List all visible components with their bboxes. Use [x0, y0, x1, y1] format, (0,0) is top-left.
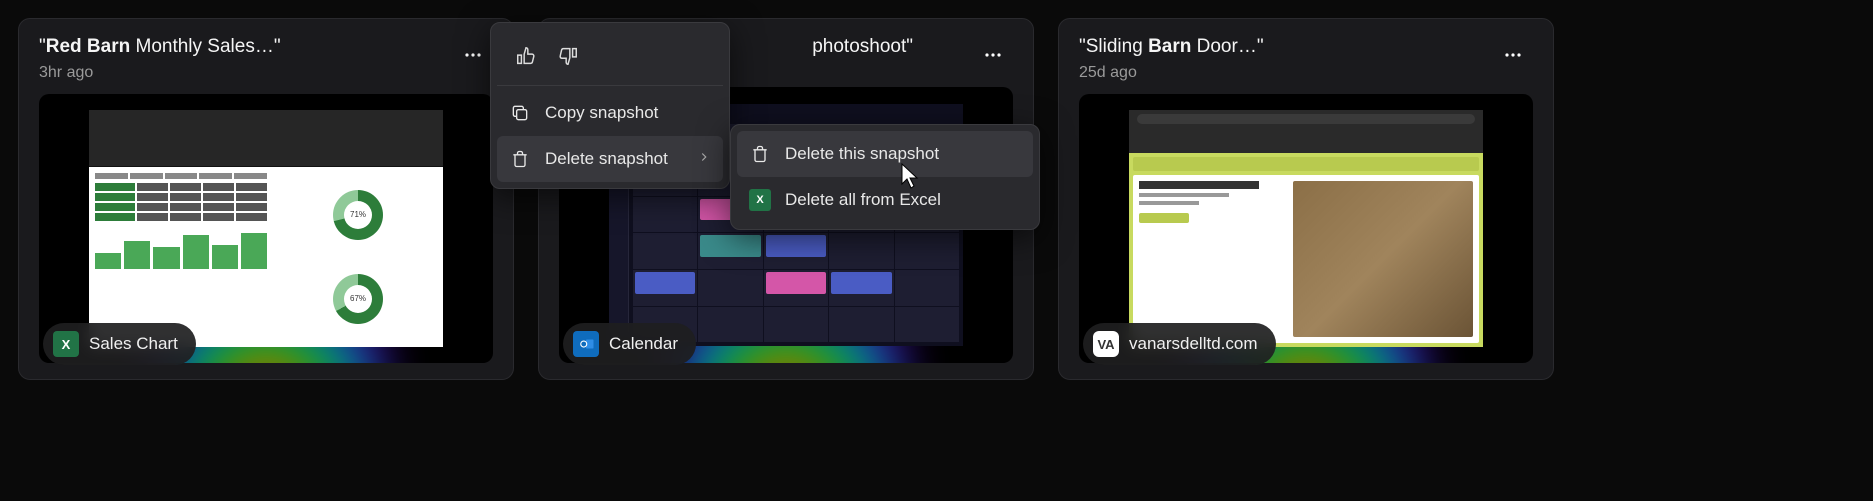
card-title-area: "Sliding Barn Door…" 25d ago [1079, 35, 1493, 82]
title-rest: Monthly Sales…" [130, 36, 280, 57]
delete-snapshot-item[interactable]: Delete snapshot [497, 136, 723, 182]
more-icon [983, 45, 1003, 65]
delete-all-from-excel-item[interactable]: X Delete all from Excel [737, 177, 1033, 223]
copy-icon [509, 102, 531, 124]
donut-label: 71% [350, 210, 366, 219]
snapshot-card[interactable]: "Red Barn Monthly Sales…" 3hr ago [18, 18, 514, 380]
excel-ribbon [89, 110, 443, 167]
donut-chart: 71% [333, 190, 383, 240]
more-options-button[interactable] [453, 35, 493, 75]
title-prefix: "Sliding [1079, 36, 1148, 57]
card-title: "Sliding Barn Door…" [1079, 35, 1493, 60]
trash-icon [749, 143, 771, 165]
excel-preview: 71% 67% [89, 110, 443, 347]
source-label: Calendar [609, 334, 678, 354]
source-label: Sales Chart [89, 334, 178, 354]
thumbs-up-button[interactable] [507, 37, 545, 75]
more-icon [463, 45, 483, 65]
source-badge[interactable]: VA vanarsdelltd.com [1083, 323, 1276, 365]
title-rest: photoshoot" [812, 36, 913, 57]
excel-charts-area: 71% 67% [273, 167, 443, 347]
menu-label: Delete snapshot [545, 149, 683, 169]
title-rest: Door…" [1191, 36, 1263, 57]
delete-this-snapshot-item[interactable]: Delete this snapshot [737, 131, 1033, 177]
more-options-button[interactable] [973, 35, 1013, 75]
title-bold: Barn [1148, 36, 1191, 57]
browser-preview [1129, 110, 1483, 347]
thumbs-down-button[interactable] [549, 37, 587, 75]
menu-label: Copy snapshot [545, 103, 711, 123]
more-options-button[interactable] [1493, 35, 1533, 75]
snapshot-card[interactable]: "Sliding Barn Door…" 25d ago [1058, 18, 1554, 380]
donut-label: 67% [350, 294, 366, 303]
donut-chart: 67% [333, 274, 383, 324]
thumbs-down-icon [557, 45, 579, 67]
source-badge[interactable]: Calendar [563, 323, 696, 365]
excel-data-area [89, 167, 273, 347]
thumbs-up-icon [515, 45, 537, 67]
source-badge[interactable]: X Sales Chart [43, 323, 196, 365]
context-submenu: Delete this snapshot X Delete all from E… [730, 124, 1040, 230]
title-bold: Red Barn [46, 36, 130, 57]
trash-icon [509, 148, 531, 170]
excel-icon: X [53, 331, 79, 357]
source-label: vanarsdelltd.com [1129, 334, 1258, 354]
outlook-icon [573, 331, 599, 357]
excel-icon: X [749, 189, 771, 211]
title-quote-open: " [39, 36, 46, 57]
website-icon: VA [1093, 331, 1119, 357]
chevron-right-icon [697, 149, 711, 169]
copy-snapshot-item[interactable]: Copy snapshot [497, 90, 723, 136]
feedback-row [497, 29, 723, 86]
card-title: "Red Barn Monthly Sales…" [39, 35, 453, 60]
card-header: "Red Barn Monthly Sales…" 3hr ago [39, 35, 493, 82]
more-icon [1503, 45, 1523, 65]
context-menu: Copy snapshot Delete snapshot [490, 22, 730, 189]
card-header: "Sliding Barn Door…" 25d ago [1079, 35, 1533, 82]
excel-body: 71% 67% [89, 167, 443, 347]
menu-label: Delete this snapshot [785, 144, 1021, 164]
menu-label: Delete all from Excel [785, 190, 1021, 210]
card-timestamp: 25d ago [1079, 64, 1493, 82]
card-title-area: "Red Barn Monthly Sales…" 3hr ago [39, 35, 453, 82]
card-timestamp: 3hr ago [39, 64, 453, 82]
